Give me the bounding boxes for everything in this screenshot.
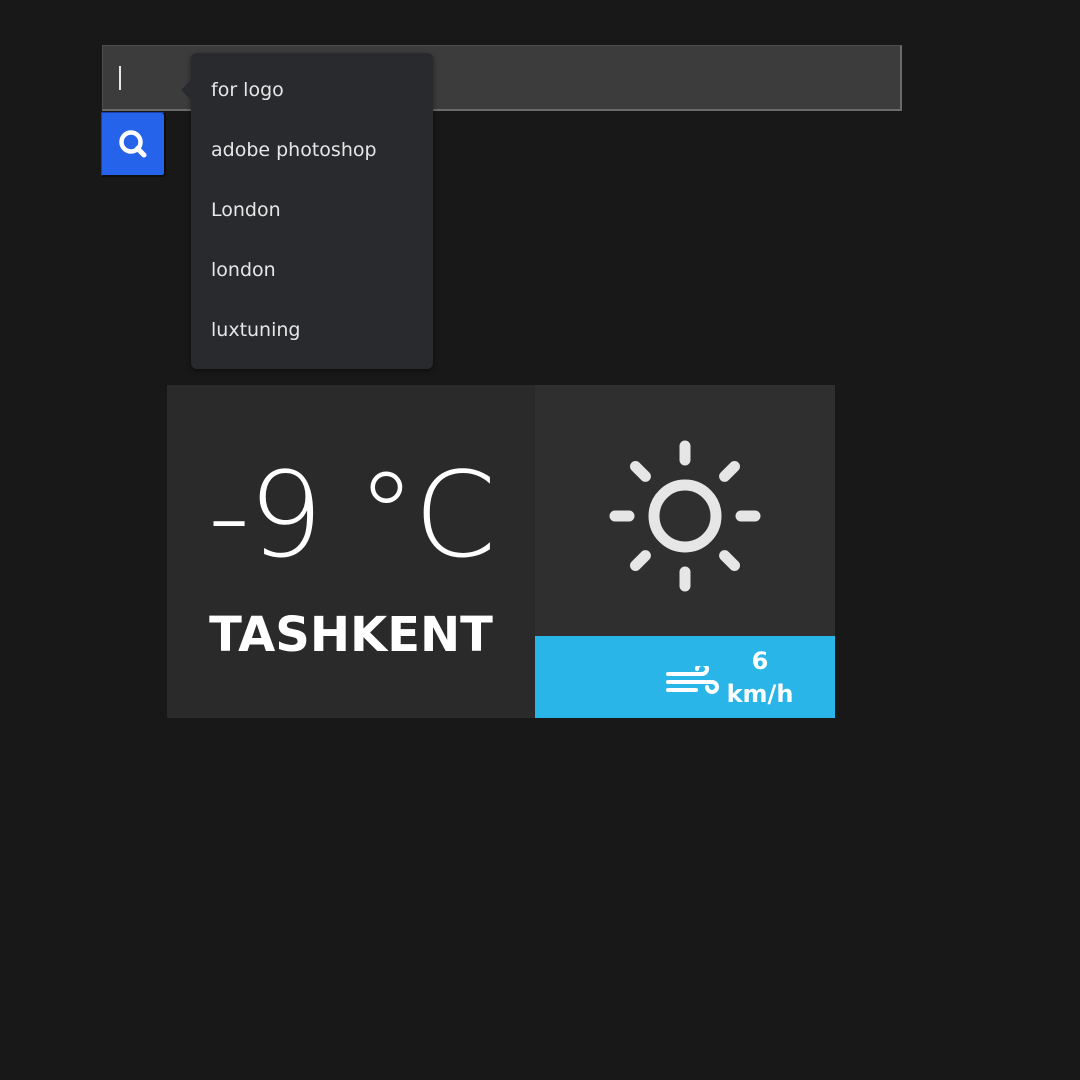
- sun-icon: [609, 440, 761, 592]
- weather-card: -9 °C TASHKENT 6 km/h: [167, 385, 835, 718]
- suggestion-item[interactable]: london: [191, 240, 433, 300]
- suggestion-dropdown: for logo adobe photoshop London london l…: [181, 53, 433, 369]
- search-button[interactable]: [101, 112, 166, 177]
- temperature-value: -9 °C: [207, 446, 497, 584]
- condition-panel: [535, 385, 835, 636]
- wind-panel: 6 km/h: [535, 636, 835, 718]
- suggestion-item[interactable]: London: [191, 180, 433, 240]
- search-icon: [119, 130, 147, 158]
- suggestion-item[interactable]: adobe photoshop: [191, 120, 433, 180]
- wind-speed: 6: [751, 647, 769, 675]
- suggestion-item[interactable]: for logo: [191, 60, 433, 120]
- weather-app: for logo adobe photoshop London london l…: [0, 0, 1080, 1080]
- text-caret: [119, 66, 121, 90]
- wind-unit: km/h: [726, 680, 794, 708]
- wind-icon: [666, 666, 719, 694]
- temperature-panel: -9 °C TASHKENT: [167, 385, 535, 718]
- dropdown-pointer: [181, 80, 191, 100]
- suggestion-item[interactable]: luxtuning: [191, 300, 433, 360]
- city-name: TASHKENT: [209, 607, 493, 663]
